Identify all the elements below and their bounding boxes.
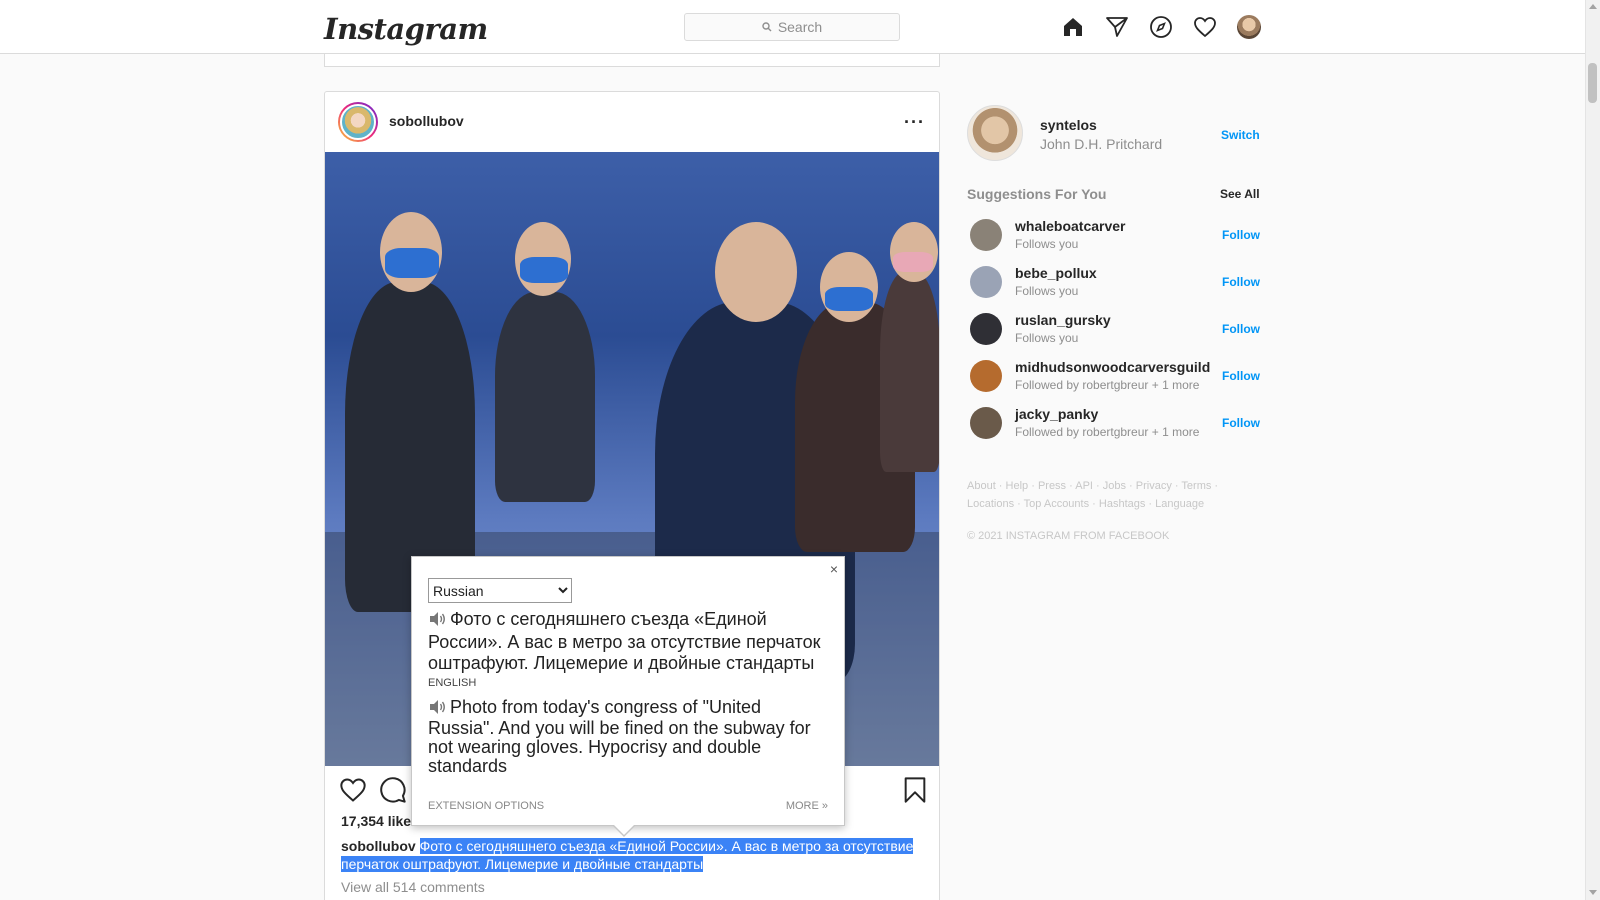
current-user-username[interactable]: syntelos — [1040, 117, 1097, 133]
view-all-comments-link[interactable]: View all 514 comments — [341, 879, 485, 895]
more-link[interactable]: MORE » — [786, 800, 828, 812]
suggestion-avatar[interactable] — [970, 360, 1002, 392]
switch-account-button[interactable]: Switch — [1221, 128, 1260, 142]
suggestion-username[interactable]: whaleboatcarver — [1015, 218, 1126, 234]
footer-link-language[interactable]: Language — [1155, 498, 1204, 510]
footer-link-locations[interactable]: Locations — [967, 498, 1014, 510]
post-header: sobollubov ··· — [325, 92, 939, 152]
translation-popup: × Russian Фото с сегодняшнего съезда «Ед… — [411, 556, 845, 837]
top-navigation-bar: Instagram Search — [0, 0, 1585, 54]
suggestion-subtitle: Follows you — [1015, 331, 1079, 345]
caption-text-selected: Фото с сегодняшнего съезда «Единой Росси… — [341, 838, 914, 872]
suggestion-subtitle: Follows you — [1015, 284, 1079, 298]
search-placeholder: Search — [777, 19, 823, 35]
speaker-icon[interactable] — [428, 699, 446, 719]
suggestion-subtitle: Followed by robertgbreur + 1 more — [1015, 378, 1200, 392]
home-icon[interactable] — [1060, 14, 1086, 40]
footer-link-terms[interactable]: Terms — [1181, 480, 1211, 492]
suggestion-avatar[interactable] — [970, 313, 1002, 345]
current-user-full-name: John D.H. Pritchard — [1040, 136, 1163, 152]
footer-link-privacy[interactable]: Privacy — [1136, 480, 1172, 492]
suggestion-avatar[interactable] — [970, 407, 1002, 439]
close-icon[interactable]: × — [830, 561, 838, 577]
extension-options-link[interactable]: EXTENSION OPTIONS — [428, 800, 544, 812]
save-bookmark-icon[interactable] — [901, 776, 929, 804]
more-options-icon[interactable]: ··· — [904, 113, 925, 131]
footer-link-about[interactable]: About — [967, 480, 996, 492]
instagram-logo[interactable]: Instagram — [324, 12, 488, 46]
profile-avatar[interactable] — [1236, 14, 1262, 40]
follow-button[interactable]: Follow — [1222, 228, 1260, 242]
suggestion-item: midhudsonwoodcarversguild Followed by ro… — [967, 355, 1261, 399]
suggestion-item: ruslan_gursky Follows you Follow — [967, 308, 1261, 352]
follow-button[interactable]: Follow — [1222, 322, 1260, 336]
footer-link-api[interactable]: API — [1075, 480, 1093, 492]
comment-icon[interactable] — [379, 776, 407, 804]
post-caption: sobollubov Фото с сегодняшнего съезда «Е… — [341, 837, 921, 873]
explore-compass-icon[interactable] — [1148, 14, 1174, 40]
like-heart-icon[interactable] — [339, 776, 367, 804]
source-text-content: Фото с сегодняшнего съезда «Единой Росси… — [428, 609, 821, 673]
footer-links: About · Help · Press · API · Jobs · Priv… — [967, 480, 1219, 510]
suggestion-item: bebe_pollux Follows you Follow — [967, 261, 1261, 305]
footer-link-top-accounts[interactable]: Top Accounts — [1024, 498, 1089, 510]
suggestion-subtitle: Followed by robertgbreur + 1 more — [1015, 425, 1200, 439]
suggestion-username[interactable]: jacky_panky — [1015, 406, 1098, 422]
scroll-down-arrow[interactable] — [1589, 890, 1597, 895]
direct-messages-icon[interactable] — [1104, 14, 1130, 40]
follow-button[interactable]: Follow — [1222, 416, 1260, 430]
translated-text-content: Photo from today's congress of "United R… — [428, 697, 811, 776]
suggestion-avatar[interactable] — [970, 266, 1002, 298]
suggestion-username[interactable]: midhudsonwoodcarversguild — [1015, 359, 1210, 375]
scroll-up-arrow[interactable] — [1589, 4, 1597, 9]
suggestion-username[interactable]: bebe_pollux — [1015, 265, 1097, 281]
scrollbar-thumb[interactable] — [1588, 63, 1597, 103]
see-all-link[interactable]: See All — [1220, 187, 1260, 201]
suggestions-title: Suggestions For You — [967, 186, 1107, 202]
copyright-text: © 2021 INSTAGRAM FROM FACEBOOK — [967, 530, 1170, 542]
scrollbar-track[interactable] — [1585, 0, 1600, 900]
speaker-icon[interactable] — [428, 611, 446, 632]
activity-heart-icon[interactable] — [1192, 14, 1218, 40]
suggestion-avatar[interactable] — [970, 219, 1002, 251]
suggestion-item: whaleboatcarver Follows you Follow — [967, 214, 1261, 258]
like-count[interactable]: 17,354 like — [341, 813, 411, 829]
footer-link-press[interactable]: Press — [1038, 480, 1066, 492]
suggestion-username[interactable]: ruslan_gursky — [1015, 312, 1111, 328]
footer-link-jobs[interactable]: Jobs — [1103, 480, 1126, 492]
profile-avatar-image — [1237, 15, 1261, 39]
post-author-username[interactable]: sobollubov — [389, 113, 464, 129]
translated-text: Photo from today's congress of "United R… — [428, 698, 828, 776]
target-language-label: ENGLISH — [428, 677, 477, 689]
follow-button[interactable]: Follow — [1222, 275, 1260, 289]
search-input[interactable]: Search — [684, 13, 900, 41]
caption-username[interactable]: sobollubov — [341, 838, 416, 854]
footer-link-help[interactable]: Help — [1006, 480, 1029, 492]
search-icon — [762, 22, 772, 32]
source-text: Фото с сегодняшнего съезда «Единой Росси… — [428, 609, 828, 674]
suggestion-subtitle: Follows you — [1015, 237, 1079, 251]
suggestion-item: jacky_panky Followed by robertgbreur + 1… — [967, 402, 1261, 446]
source-language-select[interactable]: Russian — [428, 578, 572, 603]
footer-link-hashtags[interactable]: Hashtags — [1099, 498, 1145, 510]
post-author-avatar[interactable] — [338, 102, 378, 142]
follow-button[interactable]: Follow — [1222, 369, 1260, 383]
current-user-avatar[interactable] — [967, 105, 1023, 161]
